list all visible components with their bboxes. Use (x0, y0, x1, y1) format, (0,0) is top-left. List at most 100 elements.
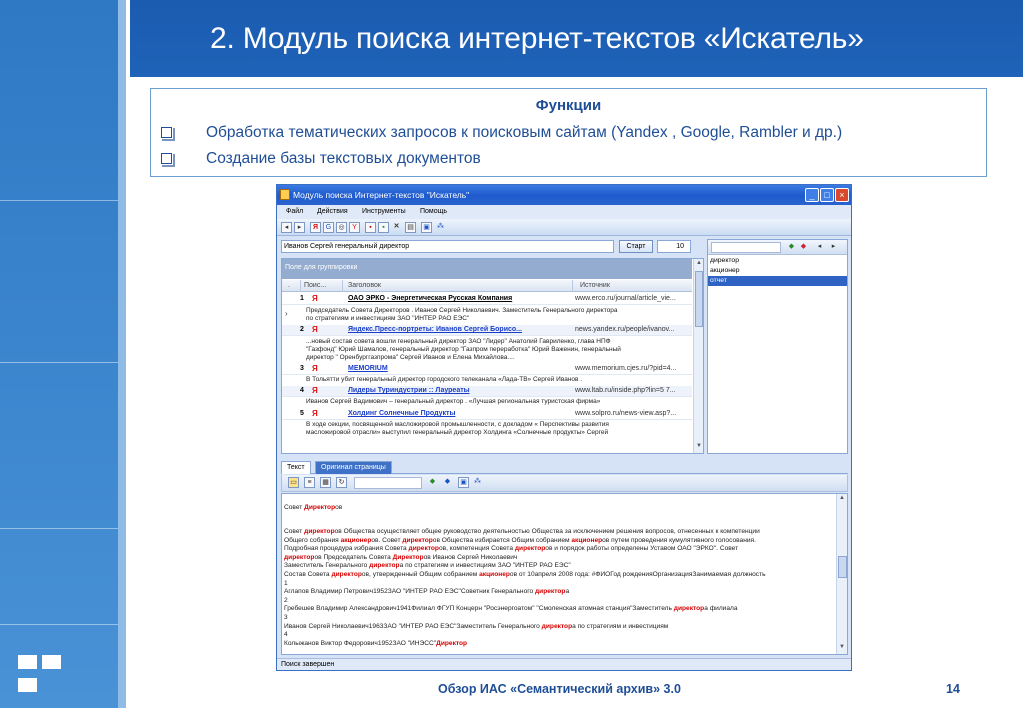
menu-tools[interactable]: Инструменты (362, 208, 406, 215)
col-header-source[interactable]: Источник (580, 282, 610, 289)
result-summary: Иванов Сергей Вадимович – генеральный ди… (306, 398, 691, 406)
keyword-input[interactable] (711, 242, 781, 253)
result-count-input[interactable]: 10 (657, 240, 691, 253)
start-button[interactable]: Старт (619, 240, 653, 253)
yandex-engine-icon[interactable]: Я (310, 222, 321, 233)
doc-line: Аглапов Владимир Петрович1952ЗАО "ИНТЕР … (284, 588, 569, 596)
scroll-down-icon[interactable]: ▼ (838, 644, 846, 653)
doc-network-icon[interactable]: ⁂ (472, 477, 483, 488)
doc-find-next-icon[interactable]: ◆ (427, 477, 438, 488)
search-input[interactable]: Иванов Сергей генеральный директор (281, 240, 614, 253)
result-row[interactable]: 1 Я ОАО ЭРКО - Энергетическая Русская Комп… (282, 294, 692, 305)
delete-icon[interactable]: ✕ (391, 222, 402, 233)
doc-text: Гребешев Владимир Александрович1941Филиа… (284, 605, 674, 613)
menu-actions[interactable]: Действия (317, 208, 348, 215)
keyword-item[interactable]: акционер (708, 266, 847, 276)
slide: 2. Модуль поиска интернет-текстов «Искат… (0, 0, 1023, 708)
tab-text[interactable]: Текст (281, 461, 311, 474)
result-source[interactable]: www.solpro.ru/news-view.asp?... (575, 410, 676, 417)
doc-text: Иванов Сергей Николаевич1963ЗАО "ИНТЕР Р… (284, 622, 542, 630)
pdf-icon[interactable]: ▪ (365, 222, 376, 233)
doc-highlight: директор (284, 553, 315, 561)
page-number: 14 (946, 682, 960, 696)
col-header-index[interactable]: . (288, 282, 290, 289)
scroll-up-icon[interactable]: ▲ (695, 260, 703, 269)
doc-refresh-icon[interactable]: ↻ (336, 477, 347, 488)
window-title: Модуль поиска Интернет-текстов "Искатель… (293, 190, 470, 200)
scroll-down-icon[interactable]: ▼ (695, 443, 703, 452)
scroll-up-icon[interactable]: ▲ (838, 495, 846, 504)
decor-line (0, 528, 118, 529)
doc-heading: Совет Директоров (284, 504, 342, 512)
menu-help[interactable]: Помощь (420, 208, 447, 215)
result-source[interactable]: news.yandex.ru/people/ivanov... (575, 326, 675, 333)
doc-text: 2 (284, 596, 288, 604)
keyword-remove-icon[interactable]: ◆ (798, 242, 809, 253)
doc-grid-icon[interactable]: ▦ (320, 477, 331, 488)
export-icon[interactable]: ▪ (378, 222, 389, 233)
keyword-forward-icon[interactable]: ▸ (828, 242, 839, 253)
minimize-button[interactable]: _ (805, 188, 819, 202)
result-row[interactable]: 5 Я Холдинг Солнечные Продукты www.solpro.r… (282, 409, 692, 420)
result-title[interactable]: MEMORIUM (348, 365, 388, 372)
keywords-panel: ◆ ◆ ◂ ▸ директор акционер отчет (707, 239, 848, 454)
result-title[interactable]: Лидеры Туриндустрии :: Лауреаты (348, 387, 470, 394)
doc-highlight: акционер (571, 536, 603, 544)
doc-line: Подробная процедура избрания Совета дире… (284, 545, 738, 553)
doc-search-input[interactable] (354, 477, 422, 489)
doc-highlight: директор (535, 588, 566, 596)
tool-back-icon[interactable]: ◂ (281, 222, 292, 233)
result-row[interactable]: 4 Я Лидеры Туриндустрии :: Лауреаты www.lta… (282, 386, 692, 397)
close-button[interactable]: × (835, 188, 849, 202)
doc-scrollbar[interactable]: ▲ ▼ (836, 494, 847, 654)
result-source[interactable]: www.memorium.cjes.ru/?pid=4... (575, 365, 676, 372)
network-icon[interactable]: ⁂ (435, 222, 446, 233)
doc-text: ов, утвержденный Общим собранием (361, 571, 480, 578)
yandex-icon: Я (312, 409, 318, 418)
doc-list-icon[interactable]: ≡ (304, 477, 315, 488)
result-title[interactable]: Холдинг Солнечные Продукты (348, 410, 455, 417)
summary-line: ...новый состав совета вошли генеральный… (306, 338, 611, 345)
doc-text: Аглапов Владимир Петрович1952ЗАО "ИНТЕР … (284, 588, 535, 596)
doc-text: ов, компетенция Совета (438, 545, 515, 553)
summary-line: Иванов Сергей Вадимович – генеральный ди… (306, 398, 601, 405)
doc-text: Колыжанов Виктор Федорович1952ЗАО "ИНЭСС… (284, 639, 437, 647)
tool-forward-icon[interactable]: ▸ (294, 222, 305, 233)
results-scrollbar[interactable]: ▲ ▼ (693, 259, 703, 453)
result-source[interactable]: www.erco.ru/journal/article_vie... (575, 295, 676, 302)
row-expander-icon[interactable]: › (285, 309, 288, 318)
scroll-thumb[interactable] (695, 271, 703, 327)
doc-edit-icon[interactable]: ▭ (288, 477, 299, 488)
document-text-area[interactable]: Совет Директоров Совет директоров Общест… (281, 493, 848, 655)
window-icon[interactable]: ▣ (421, 222, 432, 233)
print-icon[interactable]: ▤ (405, 222, 416, 233)
google-engine-icon[interactable]: G (323, 222, 334, 233)
result-source[interactable]: www.ltab.ru/inside.php?lin=5 7... (575, 387, 676, 394)
keyword-item-selected[interactable]: отчет (708, 276, 847, 286)
yahoo-engine-icon[interactable]: Y (349, 222, 360, 233)
maximize-button[interactable]: □ (820, 188, 834, 202)
result-title[interactable]: ОАО ЭРКО - Энергетическая Русская Компан… (348, 295, 512, 302)
doc-text: а (565, 588, 570, 596)
yandex-icon: Я (312, 294, 318, 303)
col-header-title[interactable]: Заголовок (348, 282, 381, 289)
scroll-thumb[interactable] (838, 556, 847, 578)
result-row[interactable]: 3 Я MEMORIUM www.memorium.cjes.ru/?pid=4... (282, 364, 692, 375)
keyword-item[interactable]: директор (708, 256, 847, 266)
group-panel[interactable]: Поле для группировки (282, 259, 692, 279)
doc-text: ов Общества осуществляет общее руководст… (334, 528, 760, 535)
tab-original-page[interactable]: Оригинал страницы (315, 461, 392, 474)
menu-file[interactable]: Файл (286, 208, 303, 215)
result-row[interactable]: 2 Я Яндекс.Пресс-портреты: Иванов Сергей Б… (282, 325, 692, 336)
doc-text: ов путем проведения кумулятивного голосо… (602, 536, 756, 544)
engine-icon[interactable]: ◎ (336, 222, 347, 233)
doc-text: ов (335, 504, 343, 511)
doc-find-prev-icon[interactable]: ◆ (442, 477, 453, 488)
result-title[interactable]: Яндекс.Пресс-портреты: Иванов Сергей Бор… (348, 326, 522, 333)
doc-line: Гребешев Владимир Александрович1941Филиа… (284, 605, 738, 613)
keyword-add-icon[interactable]: ◆ (786, 242, 797, 253)
keyword-back-icon[interactable]: ◂ (814, 242, 825, 253)
doc-window-icon[interactable]: ▣ (458, 477, 469, 488)
slide-title: 2. Модуль поиска интернет-текстов «Искат… (210, 22, 864, 55)
col-header-engine[interactable]: Поис... (304, 282, 326, 289)
